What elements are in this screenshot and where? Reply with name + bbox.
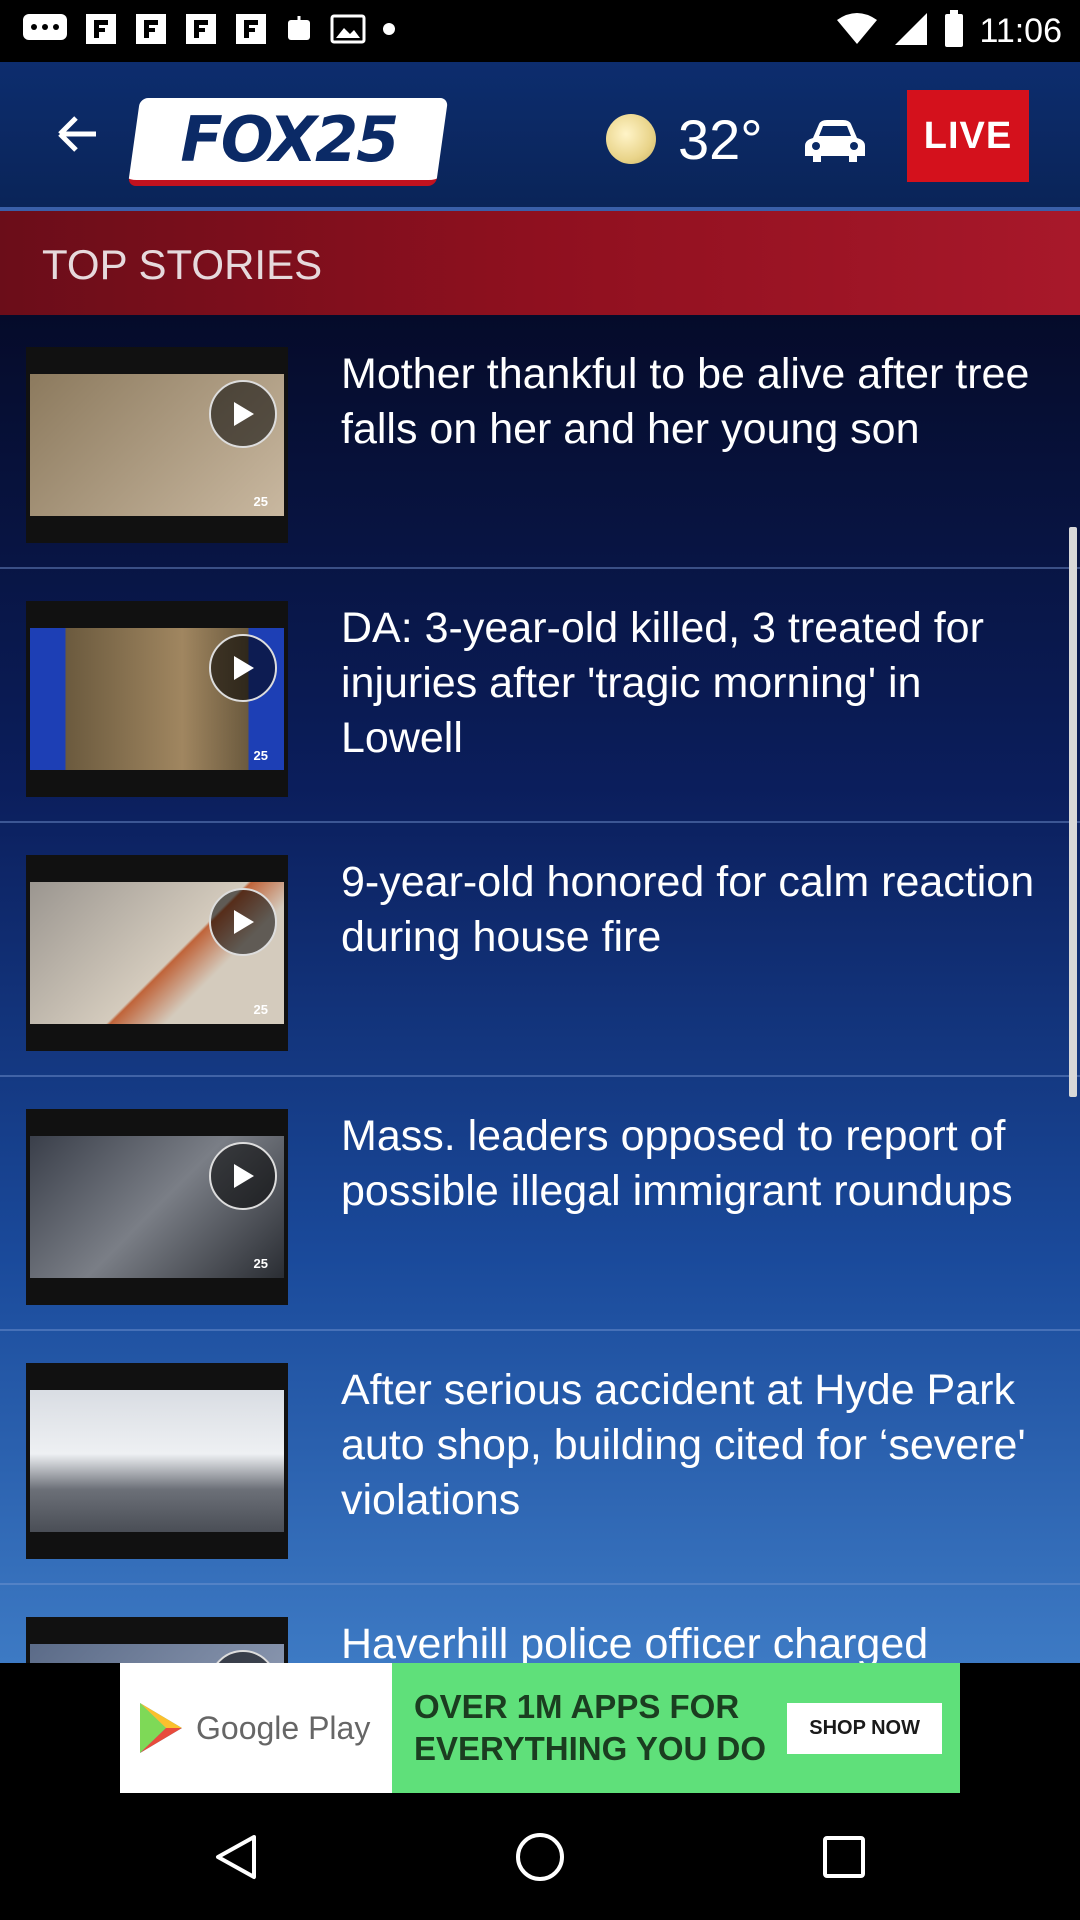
story-headline[interactable]: Mass. leaders opposed to report of possi… xyxy=(341,1109,1041,1219)
temperature: 32° xyxy=(678,107,763,171)
status-bar: 11:06 xyxy=(0,0,1080,62)
play-icon xyxy=(234,1164,254,1188)
fox-notification-icon xyxy=(134,12,168,51)
signal-icon xyxy=(893,11,929,52)
story-thumbnail[interactable] xyxy=(26,1617,288,1663)
channel-badge: 25 xyxy=(253,748,268,763)
wifi-icon xyxy=(835,12,879,51)
play-icon xyxy=(234,402,254,426)
story-thumbnail[interactable]: 25 xyxy=(26,601,288,797)
story-headline[interactable]: Haverhill police officer charged xyxy=(341,1617,1041,1663)
store-name: Google Play xyxy=(196,1709,371,1746)
ad-headline-line: EVERYTHING YOU DO xyxy=(414,1730,767,1767)
story-thumbnail[interactable] xyxy=(26,1363,288,1559)
section-title: TOP STORIES xyxy=(42,241,323,288)
story-thumbnail[interactable]: 25 xyxy=(26,347,288,543)
system-status: 11:06 xyxy=(835,8,1062,54)
image-icon xyxy=(330,13,366,50)
sound-icon xyxy=(284,12,314,51)
list-item[interactable]: Haverhill police officer charged xyxy=(0,1585,1080,1663)
thumbnail-image xyxy=(30,1390,284,1532)
ad-headline-line: OVER 1M APPS FOR xyxy=(414,1688,740,1725)
fox-notification-icon xyxy=(84,12,118,51)
play-icon xyxy=(234,910,254,934)
story-headline[interactable]: 9-year-old honored for calm reaction dur… xyxy=(341,855,1041,965)
list-item[interactable]: 25 DA: 3-year-old killed, 3 treated for … xyxy=(0,569,1080,823)
list-item[interactable]: After serious accident at Hyde Park auto… xyxy=(0,1331,1080,1585)
channel-badge: 25 xyxy=(253,1002,268,1017)
back-nav-button[interactable] xyxy=(206,1827,266,1887)
section-banner: TOP STORIES xyxy=(0,211,1080,315)
shop-now-button[interactable]: SHOP NOW xyxy=(787,1702,942,1754)
story-thumbnail[interactable]: 25 xyxy=(26,1109,288,1305)
play-button[interactable] xyxy=(209,634,277,702)
ad-banner[interactable]: Google Play OVER 1M APPS FOR EVERYTHING … xyxy=(120,1663,960,1793)
navigation-bar xyxy=(0,1793,1080,1920)
battery-icon xyxy=(943,9,965,54)
app-header: FOX25 32° LIVE xyxy=(0,62,1080,211)
list-item[interactable]: 25 Mass. leaders opposed to report of po… xyxy=(0,1077,1080,1331)
channel-badge: 25 xyxy=(253,494,268,509)
story-list[interactable]: 25 Mother thankful to be alive after tre… xyxy=(0,315,1080,1663)
play-button[interactable] xyxy=(209,1142,277,1210)
clock: 11:06 xyxy=(979,11,1062,50)
scrollbar[interactable] xyxy=(1069,527,1077,1097)
traffic-button[interactable] xyxy=(800,106,870,176)
message-icon xyxy=(22,13,68,50)
story-headline[interactable]: DA: 3-year-old killed, 3 treated for inj… xyxy=(341,601,1041,766)
arrow-left-icon xyxy=(58,116,96,152)
weather-widget[interactable]: 32° xyxy=(606,104,763,174)
car-icon xyxy=(805,120,865,162)
recents-nav-button[interactable] xyxy=(814,1827,874,1887)
google-play-branding: Google Play xyxy=(120,1663,392,1793)
channel-badge: 25 xyxy=(253,1256,268,1271)
story-thumbnail[interactable]: 25 xyxy=(26,855,288,1051)
square-recents-icon xyxy=(823,1836,865,1878)
live-button[interactable]: LIVE xyxy=(907,90,1029,182)
story-headline[interactable]: Mother thankful to be alive after tree f… xyxy=(341,347,1041,457)
logo-text: FOX25 xyxy=(179,102,397,176)
fox25-logo: FOX25 xyxy=(127,98,449,186)
story-headline[interactable]: After serious accident at Hyde Park auto… xyxy=(341,1363,1041,1528)
play-button[interactable] xyxy=(209,888,277,956)
triangle-back-icon xyxy=(216,1835,256,1879)
circle-home-icon xyxy=(516,1833,564,1881)
notification-icons xyxy=(22,10,396,52)
list-item[interactable]: 25 9-year-old honored for calm reaction … xyxy=(0,823,1080,1077)
dot-icon xyxy=(382,22,396,41)
play-button[interactable] xyxy=(209,380,277,448)
moon-icon xyxy=(606,114,656,164)
ad-area: Google Play OVER 1M APPS FOR EVERYTHING … xyxy=(0,1663,1080,1793)
home-nav-button[interactable] xyxy=(510,1827,570,1887)
fox-notification-icon xyxy=(234,12,268,51)
back-button[interactable] xyxy=(48,104,108,164)
list-item[interactable]: 25 Mother thankful to be alive after tre… xyxy=(0,315,1080,569)
ad-headline: OVER 1M APPS FOR EVERYTHING YOU DO xyxy=(392,1686,787,1770)
fox-notification-icon xyxy=(184,12,218,51)
play-icon xyxy=(234,656,254,680)
google-play-icon xyxy=(140,1703,182,1753)
